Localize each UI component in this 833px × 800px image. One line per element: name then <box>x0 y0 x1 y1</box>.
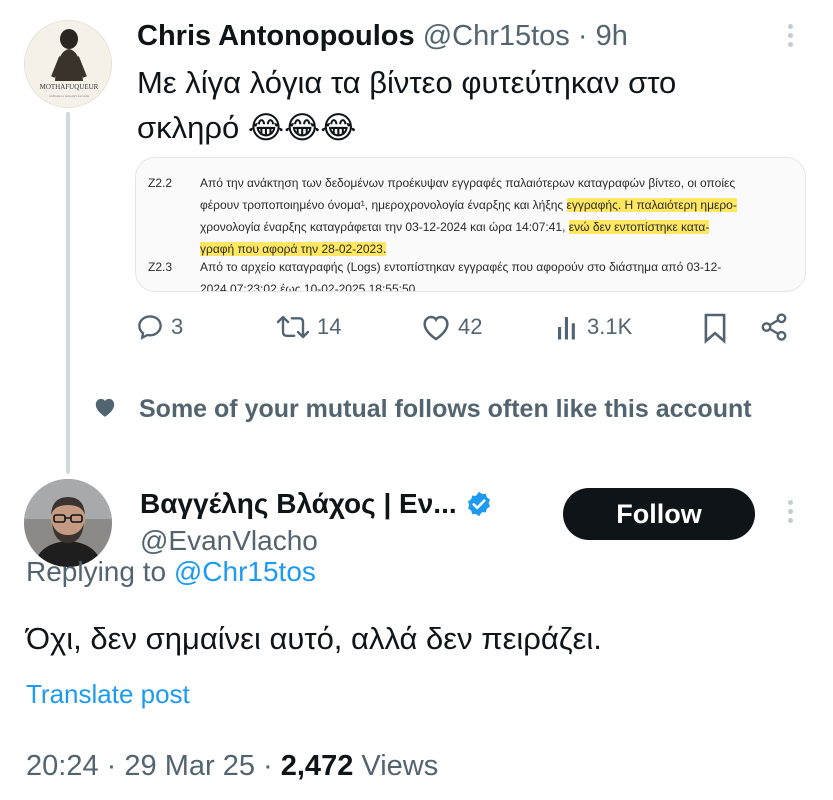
doc-line: Από την ανάκτηση των δεδομένων προέκυψαν… <box>200 176 736 190</box>
doc-section-body: Από την ανάκτηση των δεδομένων προέκυψαν… <box>200 172 795 260</box>
doc-highlight: εγγραφής. Η παλαιότερη ημερο- <box>566 198 737 212</box>
tweet1-handle[interactable]: @Chr15tos <box>423 20 570 52</box>
tweet2-time[interactable]: 20:24 <box>26 750 99 782</box>
footer-separator: · <box>106 750 117 782</box>
heart-icon <box>95 398 115 417</box>
doc-line: Από το αρχείο καταγραφής (Logs) εντοπίστ… <box>200 260 722 274</box>
views-count: 3.1K <box>587 314 633 339</box>
follow-button[interactable]: Follow <box>563 488 755 540</box>
tweet2-text: Όχι, δεν σημαίνει αυτό, αλλά δεν πειράζε… <box>26 621 602 656</box>
avatar-chris[interactable]: MOTHAFUQUEUR a tribute to nobody's favor… <box>24 20 112 108</box>
repost-count: 14 <box>317 314 342 339</box>
tweet1-time[interactable]: 9h <box>596 20 628 52</box>
avatar-logo-subtext: a tribute to nobody's favorite <box>49 94 90 98</box>
tweet2-more-icon[interactable] <box>783 500 797 530</box>
repost-icon <box>276 315 310 339</box>
reply-count: 3 <box>171 314 184 339</box>
tweet1-header: Chris Antonopoulos @Chr15tos · 9h <box>137 19 628 53</box>
like-icon <box>423 315 449 341</box>
tweet1-text: Με λίγα λόγια τα βίντεο φυτεύτηκαν στο σ… <box>137 65 677 145</box>
share-icon <box>761 313 787 341</box>
avatar-chris-image: MOTHAFUQUEUR a tribute to nobody's favor… <box>25 21 111 107</box>
avatar-evan-image <box>24 479 112 567</box>
reply-button[interactable]: 3 <box>135 312 183 342</box>
views-label: Views <box>361 750 439 782</box>
tweet2-date[interactable]: 29 Mar 25 <box>124 750 255 782</box>
doc-section-number: Ζ2.2 <box>148 176 173 190</box>
doc-line: 2024 07:23:02 έως 10-02-2025 18:55:50. <box>200 282 419 292</box>
doc-text: φέρουν τροποποιημένο όνομα¹, ημερoχρονολ… <box>200 198 567 212</box>
doc-text: χρονολογία έναρξης καταγράφεται την 03-1… <box>200 220 569 234</box>
tweet2-author-name-text: Βαγγέλης Βλάχος | Εν... <box>140 488 457 519</box>
replying-to-handle[interactable]: @Chr15tos <box>174 556 316 587</box>
avatar-evan[interactable] <box>24 479 112 567</box>
doc-line: χρονολογία έναρξης καταγράφεται την 03-1… <box>200 216 795 238</box>
share-button[interactable] <box>759 312 789 342</box>
replying-to-label: Replying to <box>26 556 167 587</box>
tweet1-author-name[interactable]: Chris Antonopoulos <box>137 20 415 52</box>
views-total-count: 2,472 <box>280 750 354 782</box>
tweet2-handle[interactable]: @EvanVlacho <box>140 524 318 558</box>
views-icon <box>558 317 575 340</box>
doc-highlight: γραφή που αφορά την 28-02-2023. <box>200 242 387 256</box>
bookmark-icon <box>704 313 726 344</box>
footer-separator: · <box>263 750 273 782</box>
verified-badge-icon <box>467 491 490 517</box>
bookmark-button[interactable] <box>702 312 728 344</box>
tweet2-author-name[interactable]: Βαγγέλης Βλάχος | Εν... <box>140 487 493 521</box>
tweet2-footer-meta: 20:24 · 29 Mar 25 · 2,472 Views <box>26 748 438 784</box>
tweet1-separator: · <box>577 20 588 52</box>
reply-icon <box>138 315 162 340</box>
tweet1-action-bar: 3 14 42 3.1K <box>135 312 795 348</box>
like-count: 42 <box>458 314 483 339</box>
avatar-logo-text: MOTHAFUQUEUR <box>40 83 99 91</box>
doc-highlight: ενώ δεν εντοπίστηκε κατα- <box>568 220 710 234</box>
doc-section-body: Από το αρχείο καταγραφής (Logs) εντοπίστ… <box>200 256 795 292</box>
thread-connector-line <box>66 112 70 474</box>
doc-line: φέρουν τροποποιημένο όνομα¹, ημερoχρονολ… <box>200 194 795 216</box>
tweet1-more-icon[interactable] <box>783 24 797 54</box>
doc-line-part: χρονολογία έναρξης καταγράφεται την 03-1… <box>200 220 710 234</box>
repost-button[interactable]: 14 <box>275 312 341 342</box>
translate-post-link[interactable]: Translate post <box>26 677 190 711</box>
replying-to: Replying to @Chr15tos <box>26 555 316 589</box>
doc-section-number: Ζ2.3 <box>148 260 173 274</box>
doc-line-part: φέρουν τροποποιημένο όνομα¹, ημερoχρονολ… <box>200 198 737 212</box>
tweet1-document-image[interactable]: Ζ2.2 Από την ανάκτηση των δεδομένων προέ… <box>135 157 806 292</box>
like-button[interactable]: 42 <box>420 312 482 342</box>
mutual-follows-text: Some of your mutual follows often like t… <box>139 395 752 423</box>
views-button[interactable]: 3.1K <box>555 312 632 342</box>
